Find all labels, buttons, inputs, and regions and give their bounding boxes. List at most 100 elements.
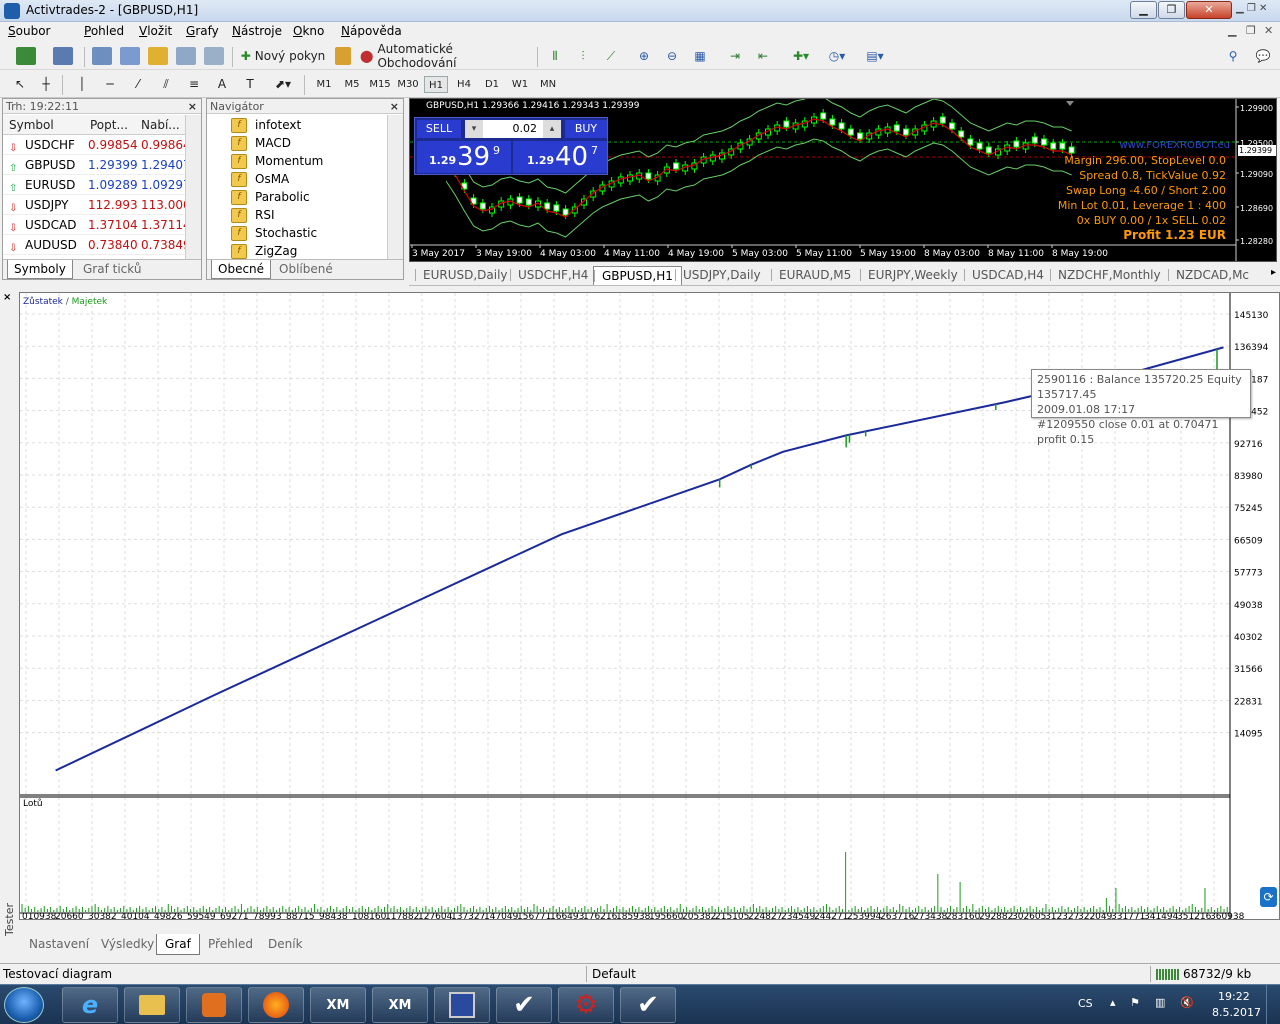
menu-grafy[interactable]: Grafy	[186, 24, 219, 38]
navigator-item[interactable]: f Momentum	[231, 152, 323, 170]
close-button[interactable]: ✕	[1186, 1, 1232, 19]
periods-button[interactable]: ◷▾	[822, 45, 852, 67]
tester-graph[interactable]: 010938 20660 30382 40104 49826 59549 69271 7899…	[19, 292, 1280, 920]
tab-graf[interactable]: Graf	[156, 934, 200, 955]
arrows-dropdown-icon[interactable]: ⬈▾	[268, 73, 298, 95]
floppy-app-icon[interactable]	[434, 987, 490, 1023]
chart-shift-icon[interactable]: ⇤	[752, 45, 774, 67]
lot-increase-icon[interactable]: ▴	[543, 120, 561, 138]
navigator-item[interactable]: f ZigZag	[231, 242, 297, 260]
gear-app-icon[interactable]: ⚙	[558, 987, 614, 1023]
market-watch-close-icon[interactable]: ×	[188, 99, 197, 114]
zoom-out-icon[interactable]: ⊖	[661, 45, 683, 67]
firefox-icon[interactable]	[248, 987, 304, 1023]
navigator-close-icon[interactable]: ×	[390, 99, 399, 114]
navigator-scrollbar[interactable]	[387, 115, 403, 259]
chart-tab[interactable]: GBPUSD,H1	[593, 266, 682, 285]
crosshair-icon[interactable]: ┼	[36, 73, 56, 95]
navigator-item[interactable]: f infotext	[231, 116, 301, 134]
tab-obecne[interactable]: Obecné	[211, 260, 272, 279]
navigator-item[interactable]: f OsMA	[231, 170, 289, 188]
table-row[interactable]: ⇩ AUDUSD 0.73840 0.73849	[3, 235, 191, 255]
metaeditor-icon[interactable]	[333, 45, 353, 67]
minimize-button[interactable]: ▁	[1130, 1, 1157, 19]
chart-tab[interactable]: USDCAD,H4	[964, 266, 1052, 285]
chart-tab[interactable]: USDCHF,H4	[510, 266, 596, 285]
timeframe-m5[interactable]: M5	[340, 76, 364, 93]
check-app-icon-2[interactable]: ✔	[620, 987, 676, 1023]
timeframe-m30[interactable]: M30	[396, 76, 420, 93]
check-app-icon-1[interactable]: ✔	[496, 987, 552, 1023]
network-icon[interactable]: ▥	[1155, 996, 1165, 1009]
fibonacci-icon[interactable]: ≡	[184, 73, 204, 95]
chart-tab[interactable]: NZDCAD,Mc	[1168, 266, 1257, 285]
tab-vysledky[interactable]: Výsledky	[93, 934, 162, 955]
buy-button[interactable]: BUY	[565, 120, 607, 138]
auto-trading-button[interactable]: ⬤ Automatické Obchodování	[360, 42, 530, 70]
tray-expand-icon[interactable]: ▴	[1110, 996, 1116, 1009]
col-bid[interactable]: Nabí...	[141, 115, 180, 135]
explorer-icon[interactable]	[124, 987, 180, 1023]
media-player-icon[interactable]	[186, 987, 242, 1023]
menu-pohled[interactable]: Pohled	[84, 24, 124, 38]
line-chart-icon[interactable]: ⟋	[600, 45, 622, 67]
candlestick-icon[interactable]: ⫶	[572, 45, 594, 67]
language-indicator[interactable]: CS	[1078, 997, 1093, 1010]
tab-oblibene[interactable]: Oblíbené	[273, 260, 339, 279]
xm-terminal-1[interactable]: XM	[310, 987, 366, 1023]
tab-symboly[interactable]: Symboly	[7, 260, 73, 279]
indicators-button[interactable]: ✚▾	[786, 45, 816, 67]
navigator-item[interactable]: f Stochastic	[231, 224, 317, 242]
new-order-button[interactable]: ✚ Nový pokyn	[238, 45, 328, 67]
timeframe-h1[interactable]: H1	[424, 76, 448, 93]
menu-vlozit[interactable]: Vložit	[139, 24, 172, 38]
chart-tabs-scroll-icon[interactable]: ▸	[1271, 267, 1276, 278]
chart-tab[interactable]: EURAUD,M5	[771, 266, 859, 285]
timeframe-d1[interactable]: D1	[480, 76, 504, 93]
navigator-item[interactable]: f RSI	[231, 206, 275, 224]
chart-tab[interactable]: NZDCHF,Monthly	[1050, 266, 1169, 285]
timeframe-w1[interactable]: W1	[508, 76, 532, 93]
chart-tab[interactable]: EURUSD,Daily	[415, 266, 516, 285]
templates-button[interactable]: ▤▾	[860, 45, 890, 67]
tab-prehled[interactable]: Přehled	[200, 934, 261, 955]
navigator-item[interactable]: f MACD	[231, 134, 291, 152]
tab-graf-ticku[interactable]: Graf ticků	[77, 260, 147, 279]
volume-muted-icon[interactable]: 🔇	[1180, 996, 1194, 1009]
text-label-icon[interactable]: T	[240, 73, 260, 95]
menu-soubor[interactable]: Soubor	[8, 24, 50, 38]
table-row[interactable]: ⇧ GBPUSD 1.29399 1.29407	[3, 155, 191, 175]
search-icon[interactable]: ⚲	[1222, 45, 1244, 67]
buy-price[interactable]: 1.29 40 7	[513, 141, 607, 173]
bar-chart-icon[interactable]: ⫴	[544, 45, 566, 67]
chart-tab[interactable]: EURJPY,Weekly	[860, 266, 966, 285]
channel-icon[interactable]: ⫽	[156, 73, 176, 95]
terminal-icon[interactable]	[174, 45, 198, 67]
clock-time[interactable]: 19:22	[1218, 990, 1250, 1003]
xm-terminal-2[interactable]: XM	[372, 987, 428, 1023]
menu-nastroje[interactable]: Nástroje	[232, 24, 282, 38]
table-row[interactable]: ⇩ USDJPY 112.993 113.000	[3, 195, 191, 215]
data-window-icon[interactable]	[118, 45, 142, 67]
navigator-item[interactable]: f Parabolic	[231, 188, 310, 206]
tester-close-icon[interactable]: ×	[3, 292, 11, 303]
vertical-line-icon[interactable]: │	[72, 73, 92, 95]
mdi-close-icon[interactable]: ✕	[1264, 24, 1273, 37]
maximize-button[interactable]: ❐	[1158, 1, 1185, 19]
mdi-min-icon[interactable]: ▁	[1228, 24, 1236, 37]
refresh-icon[interactable]: ⟳	[1260, 887, 1277, 907]
trendline-icon[interactable]: ⁄	[128, 73, 148, 95]
tab-nastaveni[interactable]: Nastavení	[21, 934, 97, 955]
tab-denik[interactable]: Deník	[260, 934, 311, 955]
flag-icon[interactable]: ⚑	[1130, 996, 1140, 1009]
strategy-tester-icon[interactable]	[202, 45, 226, 67]
new-chart-button[interactable]	[8, 45, 44, 67]
show-desktop-button[interactable]	[1266, 985, 1280, 1024]
sell-button[interactable]: SELL	[417, 120, 461, 138]
timeframe-mn[interactable]: MN	[536, 76, 560, 93]
chat-icon[interactable]: 💬	[1252, 45, 1274, 67]
lot-decrease-icon[interactable]: ▾	[465, 120, 483, 138]
sell-price[interactable]: 1.29 39 9	[417, 141, 511, 173]
chart-tab[interactable]: USDJPY,Daily	[675, 266, 769, 285]
timeframe-m15[interactable]: M15	[368, 76, 392, 93]
